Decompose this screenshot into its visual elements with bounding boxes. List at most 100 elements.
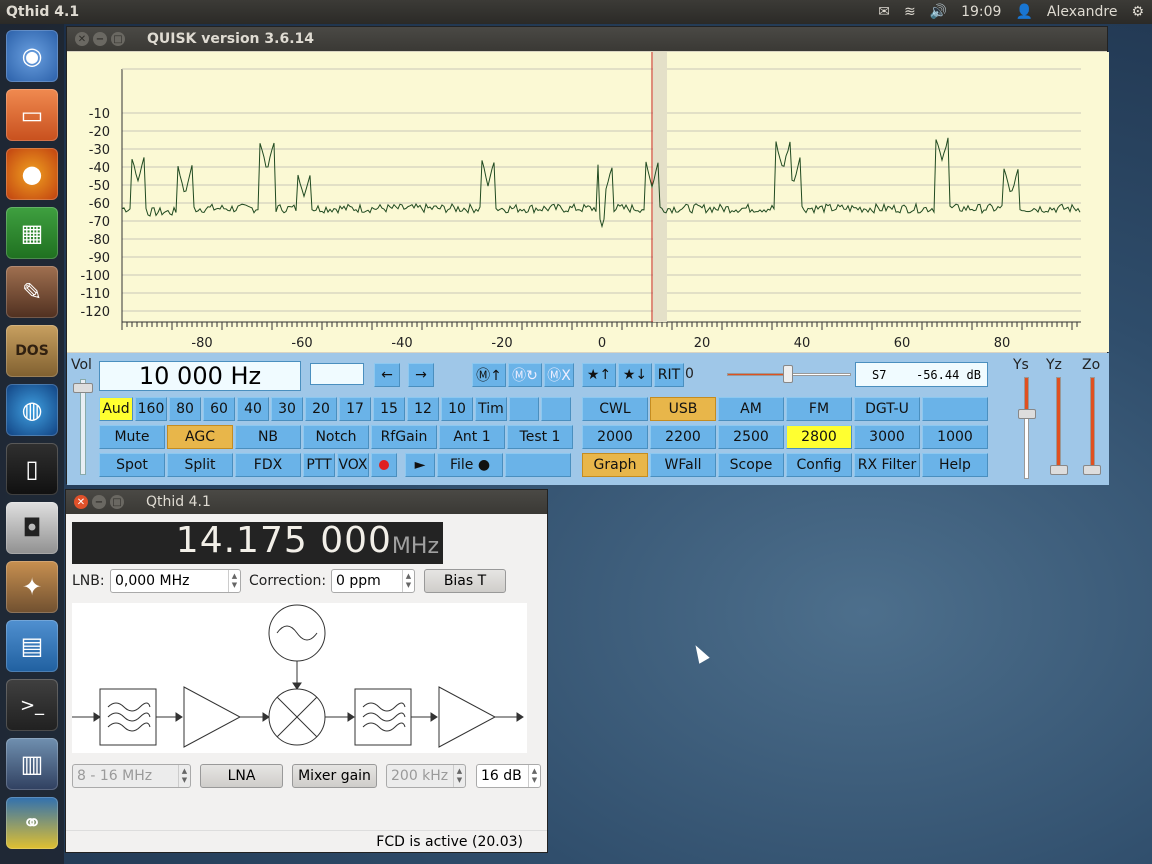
clock[interactable]: 19:09 bbox=[961, 4, 1001, 20]
bias-t-button[interactable]: Bias T bbox=[424, 569, 506, 593]
mode-blank-5-button[interactable] bbox=[922, 397, 988, 421]
band-80-button[interactable]: 80 bbox=[169, 397, 201, 421]
volume-slider-handle[interactable] bbox=[73, 383, 93, 393]
spreadsheet-icon[interactable]: ▦ bbox=[6, 207, 58, 259]
view-help-button[interactable]: Help bbox=[922, 453, 988, 477]
if-bandwidth-select[interactable]: 200 kHz ▲ ▼ bbox=[386, 764, 466, 788]
filter-3000-button[interactable]: 3000 bbox=[854, 425, 920, 449]
gimp-icon[interactable]: ✦ bbox=[6, 561, 58, 613]
band-spinner[interactable]: ▲ ▼ bbox=[178, 765, 190, 787]
func-spot-button[interactable]: Spot bbox=[99, 453, 165, 477]
zo-slider[interactable] bbox=[1090, 377, 1095, 471]
mode-dgt-u-button[interactable]: DGT-U bbox=[854, 397, 920, 421]
globe-icon[interactable]: ◍ bbox=[6, 384, 58, 436]
minimize-icon[interactable]: − bbox=[93, 32, 107, 46]
correction-spinner[interactable]: ▲ ▼ bbox=[402, 570, 414, 592]
rit-button[interactable]: RIT bbox=[654, 363, 684, 387]
firefox-icon[interactable]: ● bbox=[6, 148, 58, 200]
ctrl-test-1-button[interactable]: Test 1 bbox=[507, 425, 573, 449]
func--button[interactable]: ► bbox=[405, 453, 435, 477]
feather-app-icon[interactable]: ✎ bbox=[6, 266, 58, 318]
radio-icon[interactable]: ▥ bbox=[6, 738, 58, 790]
minimize-icon[interactable]: − bbox=[92, 495, 106, 509]
maximize-icon[interactable]: □ bbox=[110, 495, 124, 509]
func-ptt-button[interactable]: PTT bbox=[303, 453, 335, 477]
mode-am-button[interactable]: AM bbox=[718, 397, 784, 421]
mixer-gain-button[interactable]: Mixer gain bbox=[292, 764, 377, 788]
user-name[interactable]: Alexandre bbox=[1047, 4, 1118, 20]
if-gain-field[interactable]: 16 dB ▲ ▼ bbox=[476, 764, 541, 788]
mode-cwl-button[interactable]: CWL bbox=[582, 397, 648, 421]
maximize-icon[interactable]: □ bbox=[111, 32, 125, 46]
filter-1000-button[interactable]: 1000 bbox=[922, 425, 988, 449]
zo-slider-handle[interactable] bbox=[1083, 465, 1101, 475]
mode-fm-button[interactable]: FM bbox=[786, 397, 852, 421]
band-20-button[interactable]: 20 bbox=[305, 397, 337, 421]
memory-recall-button[interactable]: Ⓜ↻ bbox=[508, 363, 542, 387]
frequency-display[interactable]: 10 000 Hz bbox=[99, 361, 301, 391]
band-40-button[interactable]: 40 bbox=[237, 397, 269, 421]
band-17-button[interactable]: 17 bbox=[339, 397, 371, 421]
band-10-button[interactable]: 10 bbox=[441, 397, 473, 421]
view-rx-filter-button[interactable]: RX Filter bbox=[854, 453, 920, 477]
band-aud-button[interactable]: Aud bbox=[99, 397, 133, 421]
yz-slider-handle[interactable] bbox=[1050, 465, 1068, 475]
func-fdx-button[interactable]: FDX bbox=[235, 453, 301, 477]
dosbox-icon[interactable]: DOS bbox=[6, 325, 58, 377]
favorite-down-button[interactable]: ★↓ bbox=[618, 363, 652, 387]
python-icon[interactable]: ⚭ bbox=[6, 797, 58, 849]
volume-icon[interactable]: 🔊 bbox=[930, 4, 947, 20]
view-wfall-button[interactable]: WFall bbox=[650, 453, 716, 477]
files-icon[interactable]: ▭ bbox=[6, 89, 58, 141]
filter-2800-button[interactable]: 2800 bbox=[786, 425, 852, 449]
correction-field[interactable]: 0 ppm ▲ ▼ bbox=[331, 569, 415, 593]
freq-down-button[interactable]: ← bbox=[374, 363, 400, 387]
yz-slider[interactable] bbox=[1056, 377, 1061, 471]
filter-2200-button[interactable]: 2200 bbox=[650, 425, 716, 449]
filter-2000-button[interactable]: 2000 bbox=[582, 425, 648, 449]
view-graph-button[interactable]: Graph bbox=[582, 453, 648, 477]
ubuntu-dash-icon[interactable]: ◉ bbox=[6, 30, 58, 82]
ctrl-rfgain-button[interactable]: RfGain bbox=[371, 425, 437, 449]
volume-slider[interactable] bbox=[80, 379, 86, 475]
freq-up-button[interactable]: → bbox=[408, 363, 434, 387]
filter-2500-button[interactable]: 2500 bbox=[718, 425, 784, 449]
ctrl-agc-button[interactable]: AGC bbox=[167, 425, 233, 449]
func-blank-5-button[interactable] bbox=[371, 453, 397, 477]
lnb-field[interactable]: 0,000 MHz ▲ ▼ bbox=[110, 569, 241, 593]
func-vox-button[interactable]: VOX bbox=[337, 453, 369, 477]
band-12-button[interactable]: 12 bbox=[407, 397, 439, 421]
func-file-button[interactable]: File ● bbox=[437, 453, 503, 477]
spectrum-svg[interactable]: -10-20-30-40-50-60-70-80-90-100-110-120 … bbox=[67, 52, 1109, 358]
view-scope-button[interactable]: Scope bbox=[718, 453, 784, 477]
band-30-button[interactable]: 30 bbox=[271, 397, 303, 421]
rit-slider-handle[interactable] bbox=[783, 365, 793, 383]
func-split-button[interactable]: Split bbox=[167, 453, 233, 477]
device-icon[interactable]: ▯ bbox=[6, 443, 58, 495]
band-60-button[interactable]: 60 bbox=[203, 397, 235, 421]
favorite-up-button[interactable]: ★↑ bbox=[582, 363, 616, 387]
lnb-spinner[interactable]: ▲ ▼ bbox=[228, 570, 240, 592]
mail-icon[interactable]: ✉ bbox=[878, 4, 890, 20]
band-blank-13-button[interactable] bbox=[541, 397, 571, 421]
band-15-button[interactable]: 15 bbox=[373, 397, 405, 421]
if-gain-spinner[interactable]: ▲ ▼ bbox=[528, 765, 540, 787]
band-select[interactable]: 8 - 16 MHz ▲ ▼ bbox=[72, 764, 191, 788]
ctrl-ant-1-button[interactable]: Ant 1 bbox=[439, 425, 505, 449]
memory-delete-button[interactable]: ⓂX bbox=[544, 363, 574, 387]
frequency-entry[interactable] bbox=[310, 363, 364, 385]
writer-icon[interactable]: ▤ bbox=[6, 620, 58, 672]
ctrl-mute-button[interactable]: Mute bbox=[99, 425, 165, 449]
band-blank-12-button[interactable] bbox=[509, 397, 539, 421]
lna-button[interactable]: LNA bbox=[200, 764, 283, 788]
mode-usb-button[interactable]: USB bbox=[650, 397, 716, 421]
close-icon[interactable]: ✕ bbox=[75, 32, 89, 46]
memory-save-button[interactable]: Ⓜ↑ bbox=[472, 363, 506, 387]
ctrl-nb-button[interactable]: NB bbox=[235, 425, 301, 449]
func-blank-8-button[interactable] bbox=[505, 453, 571, 477]
band-160-button[interactable]: 160 bbox=[135, 397, 167, 421]
if-bandwidth-spinner[interactable]: ▲ ▼ bbox=[453, 765, 465, 787]
camera-app-icon[interactable]: ◘ bbox=[6, 502, 58, 554]
view-config-button[interactable]: Config bbox=[786, 453, 852, 477]
close-icon[interactable]: ✕ bbox=[74, 495, 88, 509]
